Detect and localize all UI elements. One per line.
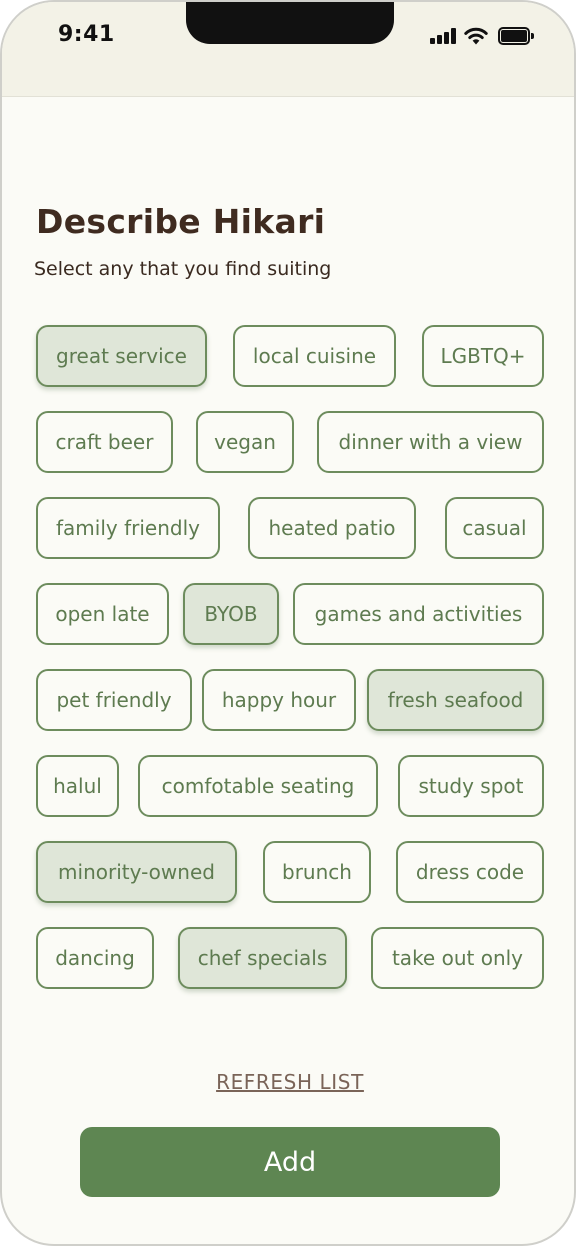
wifi-icon: [464, 27, 488, 45]
page-subtitle: Select any that you find suiting: [34, 258, 332, 280]
tag-chip[interactable]: brunch: [263, 841, 371, 903]
tag-chip[interactable]: fresh seafood: [367, 669, 544, 731]
tag-chip[interactable]: BYOB: [183, 583, 279, 645]
tag-chip[interactable]: halul: [36, 755, 119, 817]
tag-chip[interactable]: take out only: [371, 927, 544, 989]
tag-chip[interactable]: heated patio: [248, 497, 416, 559]
status-bar: 9:41: [2, 2, 574, 97]
tag-chip[interactable]: dress code: [396, 841, 544, 903]
tag-chip[interactable]: LGBTQ+: [422, 325, 544, 387]
status-time: 9:41: [58, 22, 115, 47]
tag-chip[interactable]: local cuisine: [233, 325, 396, 387]
notch: [186, 2, 394, 44]
battery-icon: [498, 27, 534, 45]
tag-chip[interactable]: pet friendly: [36, 669, 192, 731]
tag-chip[interactable]: minority-owned: [36, 841, 237, 903]
page-title: Describe Hikari: [36, 202, 326, 241]
tag-chip[interactable]: games and activities: [293, 583, 544, 645]
phone-frame: 9:41 Describe Hikari Select any that you…: [0, 0, 576, 1246]
tag-chip[interactable]: comfotable seating: [138, 755, 378, 817]
tag-chip[interactable]: open late: [36, 583, 169, 645]
tag-chip[interactable]: craft beer: [36, 411, 173, 473]
tag-chip[interactable]: study spot: [398, 755, 544, 817]
tag-chip[interactable]: vegan: [196, 411, 294, 473]
tag-chip[interactable]: dancing: [36, 927, 154, 989]
tag-chip[interactable]: great service: [36, 325, 207, 387]
tag-chip[interactable]: dinner with a view: [317, 411, 544, 473]
refresh-list-link[interactable]: REFRESH LIST: [2, 1070, 574, 1094]
cellular-signal-icon: [430, 28, 456, 44]
tag-chip[interactable]: family friendly: [36, 497, 220, 559]
tag-chip[interactable]: chef specials: [178, 927, 347, 989]
add-button[interactable]: Add: [80, 1127, 500, 1197]
tag-chip[interactable]: happy hour: [202, 669, 356, 731]
tag-chip[interactable]: casual: [445, 497, 544, 559]
